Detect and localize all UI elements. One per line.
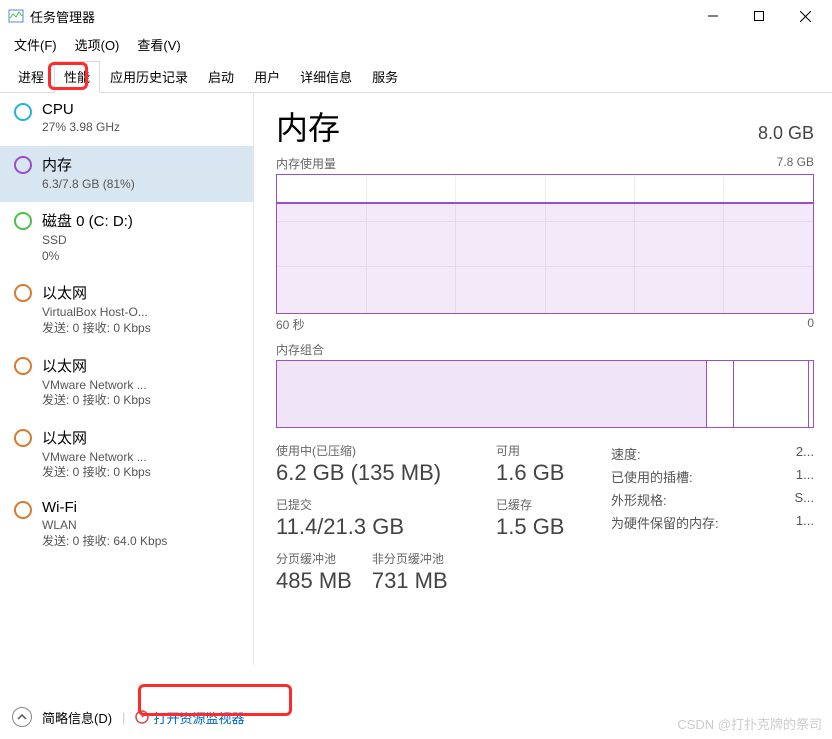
stats: 使用中(已压缩) 6.2 GB (135 MB) 已提交 11.4/21.3 G… xyxy=(276,442,814,604)
sidebar-item-label: 以太网 xyxy=(42,427,151,448)
speed-value: 2... xyxy=(796,444,814,463)
sidebar-item-sub: WLAN 发送: 0 接收: 64.0 Kbps xyxy=(42,518,167,549)
chevron-up-icon xyxy=(17,712,27,722)
slots-value: 1... xyxy=(796,467,814,486)
sidebar-item-label: 内存 xyxy=(42,154,135,175)
app-icon xyxy=(8,8,24,24)
tab-app-history[interactable]: 应用历史记录 xyxy=(100,61,198,93)
tab-performance[interactable]: 性能 xyxy=(54,61,100,93)
sidebar-item-wifi[interactable]: Wi-Fi WLAN 发送: 0 接收: 64.0 Kbps xyxy=(0,491,253,559)
main-panel: 内存 8.0 GB 内存使用量 7.8 GB 60 秒 0 内存组合 xyxy=(254,93,832,665)
form-value: S... xyxy=(794,490,814,509)
menu-options[interactable]: 选项(O) xyxy=(67,33,128,56)
menubar: 文件(F) 选项(O) 查看(V) xyxy=(0,32,832,56)
sidebar-item-sub: VMware Network ... 发送: 0 接收: 0 Kbps xyxy=(42,450,151,481)
wifi-icon xyxy=(14,501,32,519)
sidebar-item-label: 以太网 xyxy=(42,355,151,376)
sidebar-item-sub: SSD 0% xyxy=(42,233,133,264)
avail-label: 可用 xyxy=(496,442,611,459)
tab-startup[interactable]: 启动 xyxy=(198,61,244,93)
inuse-label: 使用中(已压缩) xyxy=(276,442,496,459)
disk-icon xyxy=(14,212,32,230)
reserved-label: 为硬件保留的内存: xyxy=(611,513,719,532)
sidebar-item-label: 以太网 xyxy=(42,282,151,303)
sidebar-item-ethernet-3[interactable]: 以太网 VMware Network ... 发送: 0 接收: 0 Kbps xyxy=(0,419,253,491)
memory-capacity: 8.0 GB xyxy=(758,123,814,144)
committed-value: 11.4/21.3 GB xyxy=(276,514,496,540)
sidebar-item-ethernet-2[interactable]: 以太网 VMware Network ... 发送: 0 接收: 0 Kbps xyxy=(0,347,253,419)
sidebar-item-sub: VMware Network ... 发送: 0 接收: 0 Kbps xyxy=(42,378,151,409)
minimize-button[interactable] xyxy=(690,0,736,32)
nonpaged-value: 731 MB xyxy=(372,568,448,594)
avail-value: 1.6 GB xyxy=(496,460,611,486)
sidebar-item-cpu[interactable]: CPU 27% 3.98 GHz xyxy=(0,93,253,146)
sidebar-item-sub: 6.3/7.8 GB (81%) xyxy=(42,177,135,193)
inuse-value: 6.2 GB (135 MB) xyxy=(276,460,496,486)
chart1-axis-right: 0 xyxy=(807,316,814,333)
sidebar-item-label: CPU xyxy=(42,101,120,118)
content: CPU 27% 3.98 GHz 内存 6.3/7.8 GB (81%) 磁盘 … xyxy=(0,93,832,665)
chart1-label: 内存使用量 xyxy=(276,155,336,172)
collapse-button[interactable] xyxy=(12,707,32,727)
sidebar[interactable]: CPU 27% 3.98 GHz 内存 6.3/7.8 GB (81%) 磁盘 … xyxy=(0,93,254,665)
chart1-max: 7.8 GB xyxy=(777,155,814,172)
maximize-button[interactable] xyxy=(736,0,782,32)
reserved-value: 1... xyxy=(796,513,814,532)
tab-processes[interactable]: 进程 xyxy=(8,61,54,93)
cpu-icon xyxy=(14,103,32,121)
sidebar-item-memory[interactable]: 内存 6.3/7.8 GB (81%) xyxy=(0,146,253,203)
sidebar-item-label: Wi-Fi xyxy=(42,499,167,516)
resource-monitor-icon xyxy=(135,710,149,724)
paged-label: 分页缓冲池 xyxy=(276,550,352,567)
sidebar-item-sub: VirtualBox Host-O... 发送: 0 接收: 0 Kbps xyxy=(42,305,151,336)
ethernet-icon xyxy=(14,429,32,447)
footer: 简略信息(D) | 打开资源监视器 xyxy=(12,707,244,727)
speed-label: 速度: xyxy=(611,444,641,463)
tab-users[interactable]: 用户 xyxy=(244,61,290,93)
watermark: CSDN @打扑克牌的祭司 xyxy=(677,714,822,733)
window-title: 任务管理器 xyxy=(30,7,95,26)
chart2-label: 内存组合 xyxy=(276,341,324,358)
chart1-axis-left: 60 秒 xyxy=(276,316,305,333)
ethernet-icon xyxy=(14,357,32,375)
sidebar-item-disk[interactable]: 磁盘 0 (C: D:) SSD 0% xyxy=(0,202,253,274)
tab-services[interactable]: 服务 xyxy=(362,61,408,93)
menu-view[interactable]: 查看(V) xyxy=(129,33,188,56)
menu-file[interactable]: 文件(F) xyxy=(6,33,65,56)
committed-label: 已提交 xyxy=(276,496,496,513)
close-button[interactable] xyxy=(782,0,828,32)
titlebar: 任务管理器 xyxy=(0,0,832,32)
form-label: 外形规格: xyxy=(611,490,667,509)
cached-value: 1.5 GB xyxy=(496,514,611,540)
brief-info-link[interactable]: 简略信息(D) xyxy=(42,708,112,727)
slots-label: 已使用的插槽: xyxy=(611,467,693,486)
sidebar-item-sub: 27% 3.98 GHz xyxy=(42,120,120,136)
memory-icon xyxy=(14,156,32,174)
tab-details[interactable]: 详细信息 xyxy=(290,61,362,93)
memory-usage-chart xyxy=(276,174,814,314)
sidebar-item-ethernet-1[interactable]: 以太网 VirtualBox Host-O... 发送: 0 接收: 0 Kbp… xyxy=(0,274,253,346)
nonpaged-label: 非分页缓冲池 xyxy=(372,550,448,567)
open-resource-monitor-link[interactable]: 打开资源监视器 xyxy=(135,708,244,727)
sidebar-item-label: 磁盘 0 (C: D:) xyxy=(42,210,133,231)
ethernet-icon xyxy=(14,284,32,302)
memory-composition-chart xyxy=(276,360,814,428)
page-title: 内存 xyxy=(276,103,340,149)
paged-value: 485 MB xyxy=(276,568,352,594)
cached-label: 已缓存 xyxy=(496,496,611,513)
tabs: 进程 性能 应用历史记录 启动 用户 详细信息 服务 xyxy=(0,60,832,93)
